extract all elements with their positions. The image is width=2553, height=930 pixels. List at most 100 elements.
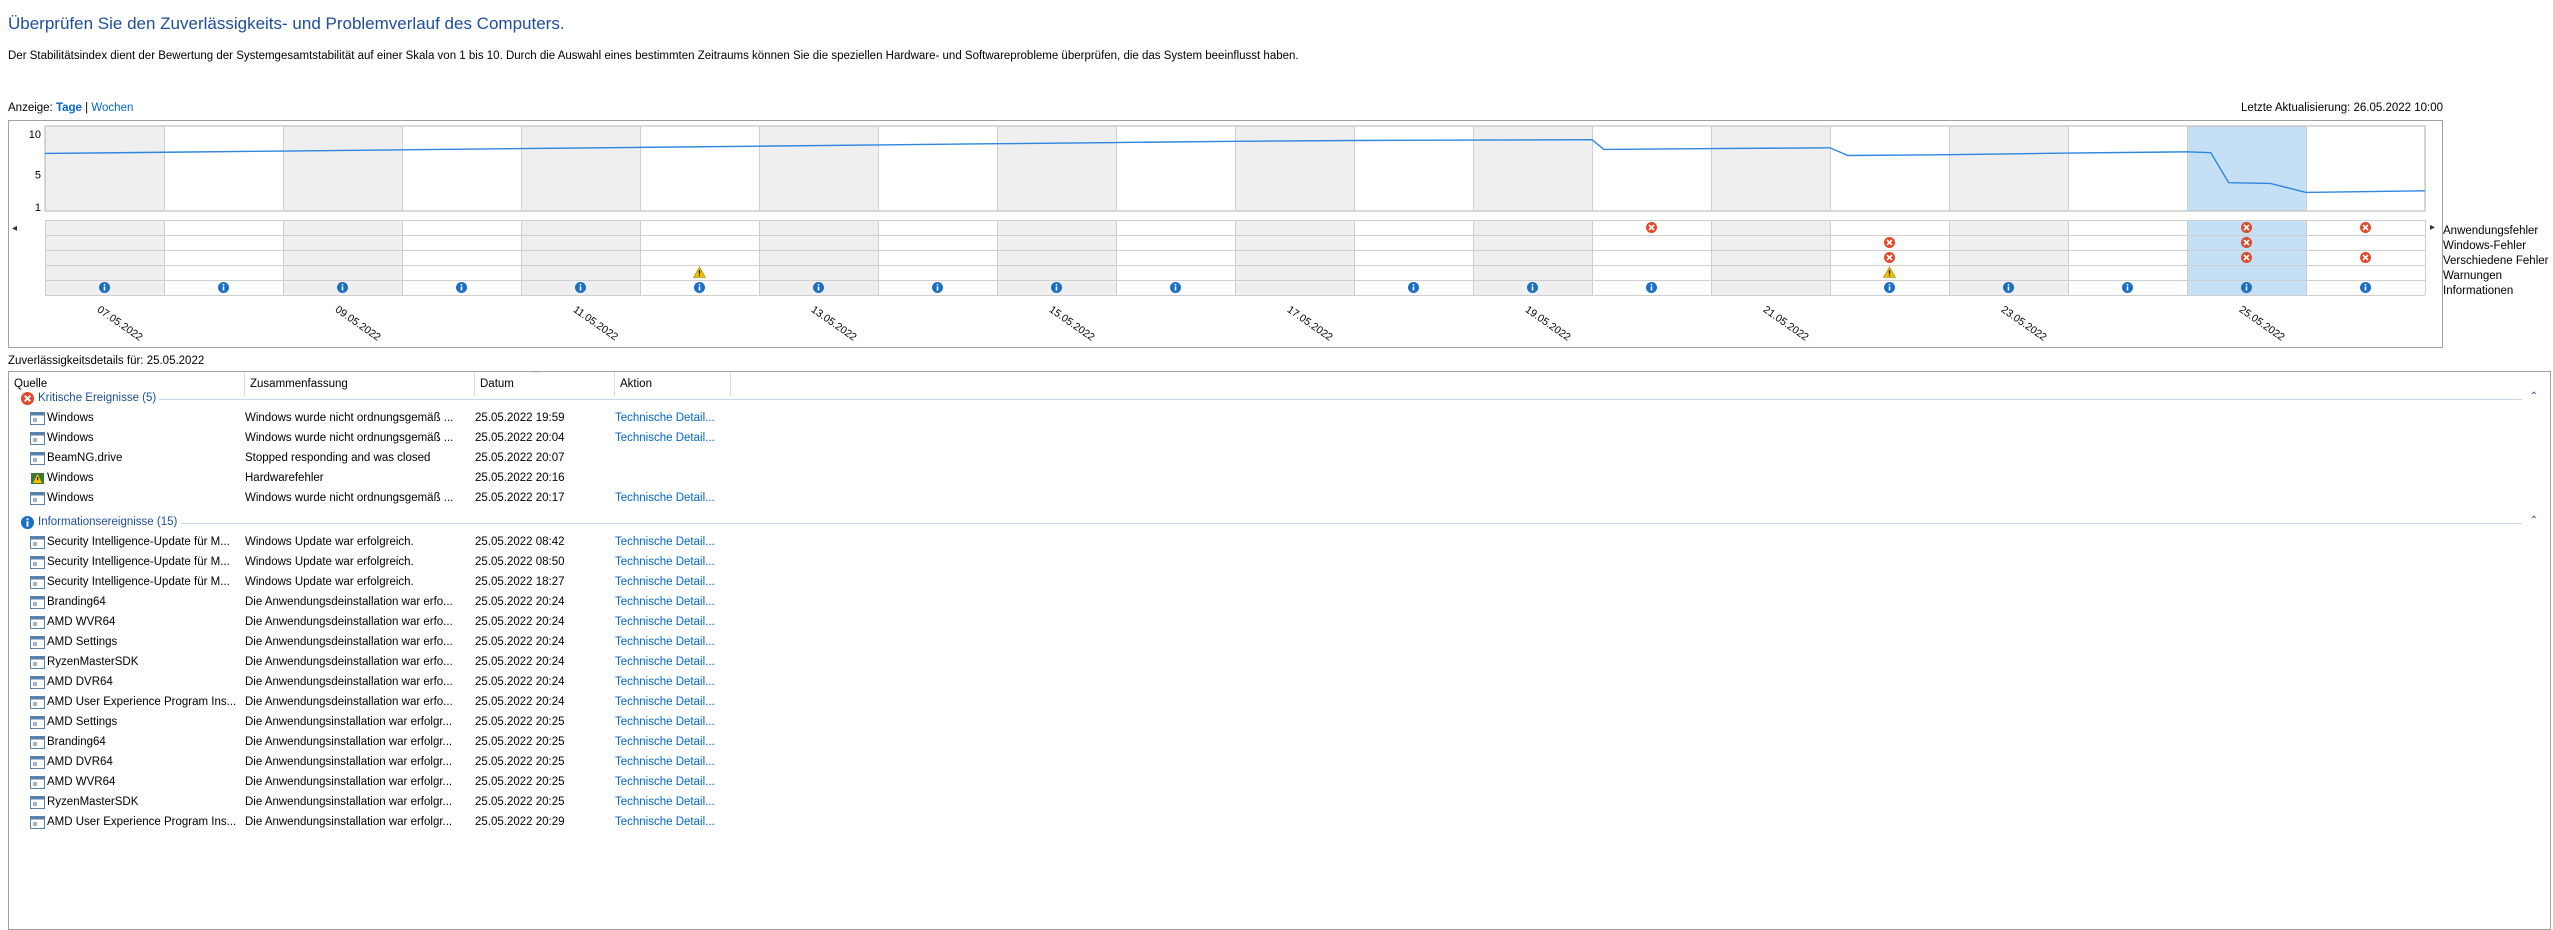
error-icon[interactable] [1884, 237, 1895, 248]
row-source: AMD WVR64 [47, 616, 116, 628]
group-divider [181, 523, 2522, 524]
info-icon[interactable] [1170, 282, 1181, 293]
table-row[interactable]: Security Intelligence-Update für M... Win… [9, 553, 2550, 573]
row-summary: Die Anwendungsinstallation war erfolgr..… [245, 716, 453, 728]
row-date: 25.05.2022 08:50 [475, 556, 565, 568]
info-icon[interactable] [813, 282, 824, 293]
column-background [1473, 126, 1592, 211]
table-row[interactable]: AMD User Experience Program Ins... Die An… [9, 813, 2550, 833]
row-date: 25.05.2022 20:17 [475, 492, 565, 504]
table-row[interactable]: AMD DVR64 Die Anwendungsinstallation war … [9, 753, 2550, 773]
collapse-group-button[interactable]: ⌃ [2530, 391, 2538, 402]
table-row[interactable]: BeamNG.drive Stopped responding and was c… [9, 449, 2550, 469]
y-tick-label: 10 [29, 129, 41, 141]
table-row[interactable]: Windows Hardwarefehler 25.05.2022 20:16 [9, 469, 2550, 489]
event-legend: Anwendungsfehler Windows-Fehler Verschie… [2443, 224, 2548, 299]
technical-details-link[interactable]: Technische Detail... [615, 756, 735, 768]
table-row[interactable]: Security Intelligence-Update für M... Win… [9, 533, 2550, 553]
table-row[interactable]: Security Intelligence-Update für M... Win… [9, 573, 2550, 593]
scroll-left-arrow[interactable]: ◂ [12, 223, 17, 234]
row-date: 25.05.2022 20:04 [475, 432, 565, 444]
error-icon[interactable] [2360, 222, 2371, 233]
technical-details-link[interactable]: Technische Detail... [615, 636, 735, 648]
error-icon[interactable] [1646, 222, 1657, 233]
view-label: Anzeige: [8, 102, 53, 114]
info-icon[interactable] [2122, 282, 2133, 293]
row-date: 25.05.2022 20:24 [475, 676, 565, 688]
row-source: Security Intelligence-Update für M... [47, 556, 230, 568]
technical-details-link[interactable]: Technische Detail... [615, 432, 735, 444]
reliability-details-list[interactable]: Quelle Zusammenfassung Datum Aktion ^ Kr… [8, 371, 2551, 930]
info-icon[interactable] [1646, 282, 1657, 293]
technical-details-link[interactable]: Technische Detail... [615, 596, 735, 608]
table-row[interactable]: AMD Settings Die Anwendungsdeinstallation… [9, 633, 2550, 653]
row-date: 25.05.2022 20:25 [475, 796, 565, 808]
table-row[interactable]: RyzenMasterSDK Die Anwendungsinstallation… [9, 793, 2550, 813]
technical-details-link[interactable]: Technische Detail... [615, 716, 735, 728]
view-weeks-link[interactable]: Wochen [91, 102, 133, 114]
scroll-right-arrow[interactable]: ▸ [2430, 222, 2435, 233]
table-row[interactable]: RyzenMasterSDK Die Anwendungsdeinstallati… [9, 653, 2550, 673]
table-row[interactable]: Windows Windows wurde nicht ordnungsgemäß… [9, 489, 2550, 509]
legend-windows-errors: Windows-Fehler [2443, 240, 2527, 252]
technical-details-link[interactable]: Technische Detail... [615, 676, 735, 688]
error-icon[interactable] [2360, 252, 2371, 263]
table-row[interactable]: Branding64 Die Anwendungsdeinstallation w… [9, 593, 2550, 613]
info-icon[interactable] [456, 282, 467, 293]
info-icon[interactable] [2360, 282, 2371, 293]
reliability-chart[interactable]: 10 5 1 07.05.2022 09.05.2022 11.05.2022 13.05.… [8, 120, 2443, 348]
technical-details-link[interactable]: Technische Detail... [615, 816, 735, 828]
info-icon[interactable] [1527, 282, 1538, 293]
technical-details-link[interactable]: Technische Detail... [615, 776, 735, 788]
technical-details-link[interactable]: Technische Detail... [615, 736, 735, 748]
info-icon[interactable] [1408, 282, 1419, 293]
row-source: AMD User Experience Program Ins... [47, 816, 237, 828]
technical-details-link[interactable]: Technische Detail... [615, 412, 735, 424]
info-icon[interactable] [2241, 282, 2252, 293]
column-background [2306, 126, 2425, 211]
table-row[interactable]: Windows Windows wurde nicht ordnungsgemäß… [9, 429, 2550, 449]
window-app-icon [30, 492, 45, 505]
window-app-icon [30, 656, 45, 669]
technical-details-link[interactable]: Technische Detail... [615, 656, 735, 668]
technical-details-link[interactable]: Technische Detail... [615, 576, 735, 588]
table-row[interactable]: AMD WVR64 Die Anwendungsdeinstallation wa… [9, 613, 2550, 633]
table-row[interactable]: AMD WVR64 Die Anwendungsinstallation war … [9, 773, 2550, 793]
error-icon[interactable] [2241, 252, 2252, 263]
group-information-events[interactable]: Informationsereignisse (15) ⌃ [9, 513, 2550, 533]
window-app-icon [30, 636, 45, 649]
info-icon[interactable] [932, 282, 943, 293]
info-icon[interactable] [2003, 282, 2014, 293]
table-row[interactable]: Branding64 Die Anwendungsinstallation war… [9, 733, 2550, 753]
info-icon[interactable] [694, 282, 705, 293]
technical-details-link[interactable]: Technische Detail... [615, 796, 735, 808]
column-background [1116, 126, 1235, 211]
technical-details-link[interactable]: Technische Detail... [615, 696, 735, 708]
technical-details-link[interactable]: Technische Detail... [615, 536, 735, 548]
table-row[interactable]: Windows Windows wurde nicht ordnungsgemäß… [9, 409, 2550, 429]
info-icon[interactable] [337, 282, 348, 293]
x-date-label: 19.05.2022 [1523, 304, 1573, 344]
column-background [402, 126, 521, 211]
row-summary: Stopped responding and was closed [245, 452, 431, 464]
info-icon[interactable] [1884, 282, 1895, 293]
row-date: 25.05.2022 20:24 [475, 616, 565, 628]
table-row[interactable]: AMD DVR64 Die Anwendungsdeinstallation wa… [9, 673, 2550, 693]
info-icon[interactable] [99, 282, 110, 293]
x-date-label: 09.05.2022 [333, 304, 383, 344]
info-icon[interactable] [218, 282, 229, 293]
collapse-group-button[interactable]: ⌃ [2530, 515, 2538, 526]
technical-details-link[interactable]: Technische Detail... [615, 616, 735, 628]
error-icon[interactable] [2241, 237, 2252, 248]
technical-details-link[interactable]: Technische Detail... [615, 556, 735, 568]
error-icon[interactable] [2241, 222, 2252, 233]
window-app-icon [30, 716, 45, 729]
info-icon[interactable] [1051, 282, 1062, 293]
error-icon[interactable] [1884, 252, 1895, 263]
view-days-link[interactable]: Tage [56, 102, 82, 114]
info-icon[interactable] [575, 282, 586, 293]
table-row[interactable]: AMD User Experience Program Ins... Die An… [9, 693, 2550, 713]
table-row[interactable]: AMD Settings Die Anwendungsinstallation w… [9, 713, 2550, 733]
technical-details-link[interactable]: Technische Detail... [615, 492, 735, 504]
group-critical-events[interactable]: Kritische Ereignisse (5) ⌃ [9, 389, 2550, 409]
